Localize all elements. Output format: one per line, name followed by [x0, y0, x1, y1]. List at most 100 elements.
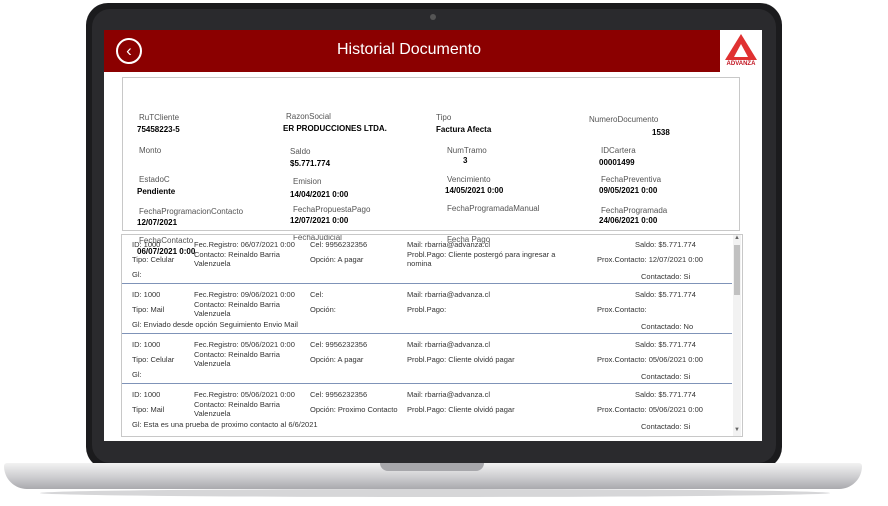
list-item[interactable]: ID: 1000 Fec.Registro: 09/06/2021 0:00 C…	[122, 285, 732, 334]
estado-label: EstadoC	[139, 175, 170, 184]
tipo-label: Tipo	[436, 113, 452, 122]
record-id: ID: 1000	[132, 240, 161, 249]
numerodocumento-label: NumeroDocumento	[589, 115, 659, 124]
emision-label: Emision	[293, 177, 322, 186]
record-opcion: Opción: A pagar	[310, 355, 364, 364]
record-fecregistro: Fec.Registro: 05/06/2021 0:00	[194, 390, 295, 399]
app-screen: ‹ Historial Documento ADVANZA RuTCliente…	[104, 30, 762, 441]
record-id: ID: 1000	[132, 390, 161, 399]
record-opcion: Opción:	[310, 305, 336, 314]
record-saldo: Saldo: $5.771.774	[635, 390, 696, 399]
laptop-notch	[380, 463, 484, 471]
fechaprogramacioncontacto-value: 12/07/2021	[137, 218, 178, 227]
record-proxcontacto: Prox.Contacto: 12/07/2021 0:00	[597, 255, 703, 264]
tipo-value: Factura Afecta	[436, 125, 492, 134]
fechaprogramada-value: 24/06/2021 0:00	[599, 216, 658, 225]
fechapreventiva-value: 09/05/2021 0:00	[599, 186, 658, 195]
record-id: ID: 1000	[132, 290, 161, 299]
fechaprogramadamanual-label: FechaProgramadaManual	[447, 204, 540, 213]
record-tipo: Tipo: Mail	[132, 305, 165, 314]
emision-value: 14/04/2021 0:00	[290, 190, 349, 199]
record-contacto: Contacto: Reinaldo Barria	[194, 300, 280, 309]
vertical-scrollbar[interactable]: ▲ ▼	[733, 235, 741, 436]
record-contacto-2: Valenzuela	[194, 359, 231, 368]
record-problpago: Probl.Pago: Cliente olvidó pagar	[407, 405, 515, 414]
list-item[interactable]: ID: 1000 Fec.Registro: 05/06/2021 0:00 C…	[122, 385, 732, 433]
saldo-value: $5.771.774	[290, 159, 331, 168]
record-mail: Mail: rbarria@advanza.cl	[407, 390, 491, 399]
record-tipo: Tipo: Celular	[132, 255, 175, 264]
numtramo-value: 3	[463, 156, 468, 165]
page-title: Historial Documento	[336, 41, 482, 58]
list-item[interactable]: ID: 1000 Fec.Registro: 05/06/2021 0:00 C…	[122, 335, 732, 384]
record-contactado: Contactado: Si	[641, 422, 691, 431]
record-opcion: Opción: Proximo Contacto	[310, 405, 398, 414]
record-mail: Mail: rbarria@advanza.cl	[407, 290, 491, 299]
scroll-up-icon[interactable]: ▲	[734, 235, 740, 241]
logo-triangle-icon	[725, 34, 757, 60]
record-contacto-2: Valenzuela	[194, 259, 231, 268]
camera-icon	[430, 14, 436, 20]
record-saldo: Saldo: $5.771.774	[635, 290, 696, 299]
fechapreventiva-label: FechaPreventiva	[601, 175, 662, 184]
record-contacto: Contacto: Reinaldo Barria	[194, 400, 280, 409]
record-saldo: Saldo: $5.771.774	[635, 240, 696, 249]
advanza-logo: ADVANZA	[720, 30, 762, 72]
fechaprogramacioncontacto-label: FechaProgramacionContacto	[139, 207, 244, 216]
rutcliente-label: RuTCliente	[139, 113, 180, 122]
fechaprogramada-label: FechaProgramada	[601, 206, 668, 215]
record-gl: Gl: Enviado desde opción Seguimiento Env…	[132, 320, 298, 329]
record-fecregistro: Fec.Registro: 05/06/2021 0:00	[194, 340, 295, 349]
record-saldo: Saldo: $5.771.774	[635, 340, 696, 349]
razonsocial-label: RazonSocial	[286, 112, 331, 121]
header-bar: ‹ Historial Documento ADVANZA	[104, 30, 762, 72]
record-opcion: Opción: A pagar	[310, 255, 364, 264]
record-mail: Mail: rbarria@advanza.cl	[407, 340, 491, 349]
saldo-label: Saldo	[290, 147, 311, 156]
record-problpago: Probl.Pago: Cliente olvidó pagar	[407, 355, 515, 364]
record-contactado: Contactado: Si	[641, 372, 691, 381]
record-cel: Cel:	[310, 290, 324, 299]
numtramo-label: NumTramo	[447, 146, 487, 155]
scrollbar-thumb[interactable]	[734, 245, 740, 295]
record-cel: Cel: 9956232356	[310, 240, 368, 249]
record-contactado: Contactado: No	[641, 322, 694, 331]
record-tipo: Tipo: Celular	[132, 355, 175, 364]
record-contacto: Contacto: Reinaldo Barria	[194, 350, 280, 359]
record-contacto-2: Valenzuela	[194, 309, 231, 318]
rutcliente-value: 75458223-5	[137, 125, 180, 134]
history-list[interactable]: ID: 1000 Fec.Registro: 06/07/2021 0:00 C…	[121, 234, 743, 437]
record-gl: Gl:	[132, 270, 142, 279]
record-contacto-2: Valenzuela	[194, 409, 231, 418]
record-cel: Cel: 9956232356	[310, 340, 368, 349]
record-problpago: Probl.Pago:	[407, 305, 447, 314]
idcartera-label: IDCartera	[601, 146, 636, 155]
record-problpago: Probl.Pago: Cliente postergó para ingres…	[407, 250, 556, 259]
logo-text: ADVANZA	[726, 61, 756, 67]
numerodocumento-value: 1538	[652, 128, 670, 137]
razonsocial-value: ER PRODUCCIONES LTDA.	[283, 124, 387, 133]
monto-label: Monto	[139, 146, 162, 155]
record-id: ID: 1000	[132, 340, 161, 349]
record-proxcontacto: Prox.Contacto: 05/06/2021 0:00	[597, 405, 703, 414]
record-fecregistro: Fec.Registro: 09/06/2021 0:00	[194, 290, 295, 299]
record-fecregistro: Fec.Registro: 06/07/2021 0:00	[194, 240, 295, 249]
record-cel: Cel: 9956232356	[310, 390, 368, 399]
estado-value: Pendiente	[137, 187, 176, 196]
fechapropuestapago-value: 12/07/2021 0:00	[290, 216, 349, 225]
record-contacto: Contacto: Reinaldo Barria	[194, 250, 280, 259]
record-proxcontacto: Prox.Contacto: 05/06/2021 0:00	[597, 355, 703, 364]
laptop-shadow	[40, 489, 830, 497]
record-mail: Mail: rbarria@advanza.cl	[407, 240, 491, 249]
document-info-panel: RuTCliente 75458223-5 RazonSocial ER PRO…	[122, 77, 740, 256]
fechapropuestapago-label: FechaPropuestaPago	[293, 205, 371, 214]
record-gl: Gl: Esta es una prueba de proximo contac…	[132, 420, 318, 429]
record-contactado: Contactado: Si	[641, 272, 691, 281]
record-problpago-2: nomina	[407, 259, 432, 268]
scroll-down-icon[interactable]: ▼	[734, 427, 740, 433]
idcartera-value: 00001499	[599, 158, 635, 167]
record-gl: Gl:	[132, 370, 142, 379]
vencimiento-label: Vencimiento	[447, 175, 491, 184]
list-item[interactable]: ID: 1000 Fec.Registro: 06/07/2021 0:00 C…	[122, 235, 732, 284]
record-tipo: Tipo: Mail	[132, 405, 165, 414]
